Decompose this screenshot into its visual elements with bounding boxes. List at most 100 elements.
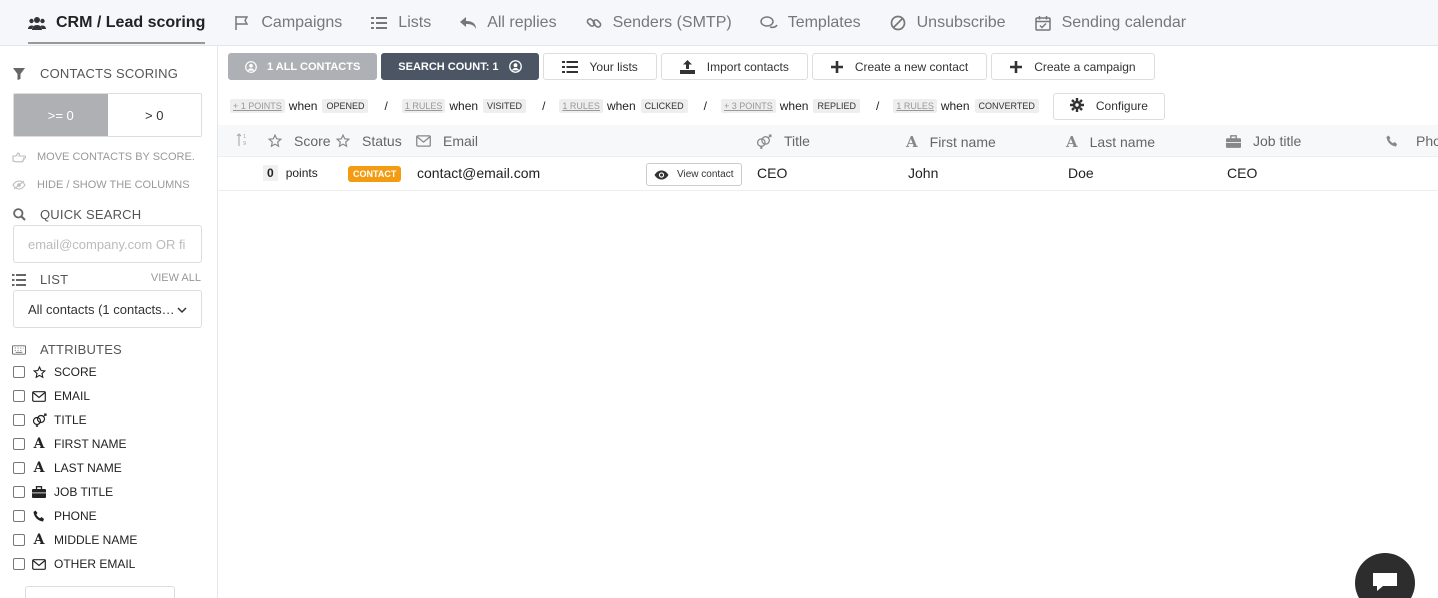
column-header-email[interactable]: Email bbox=[416, 133, 478, 149]
title-cell: CEO bbox=[757, 165, 788, 181]
rule-event-tag: CLICKED bbox=[640, 99, 688, 113]
column-header-last-name[interactable]: A Last name bbox=[1066, 133, 1155, 151]
view-contact-button[interactable]: View contact bbox=[646, 163, 742, 186]
star-icon bbox=[268, 134, 282, 148]
user-circle-icon bbox=[508, 60, 522, 73]
attribute-toggle-job-title[interactable]: JOB TITLE bbox=[13, 482, 113, 502]
attribute-toggle-title[interactable]: TITLE bbox=[13, 410, 87, 430]
rule-points-link[interactable]: + 1 POINTS bbox=[230, 99, 285, 113]
toolbar: 1 ALL CONTACTS SEARCH COUNT: 1 Your list… bbox=[228, 53, 1159, 80]
attributes-heading: ATTRIBUTES bbox=[12, 342, 122, 357]
attribute-checkbox[interactable] bbox=[13, 414, 25, 426]
nav-tab-label: All replies bbox=[487, 13, 557, 31]
rule-points-link[interactable]: 1 RULES bbox=[893, 99, 937, 113]
plus-icon bbox=[1010, 60, 1023, 73]
keyboard-icon bbox=[12, 343, 26, 357]
all-contacts-button[interactable]: 1 ALL CONTACTS bbox=[228, 53, 378, 80]
quick-search-input[interactable] bbox=[13, 225, 202, 263]
attribute-toggle-email[interactable]: EMAIL bbox=[13, 386, 90, 406]
top-navigation: CRM / Lead scoring Campaigns Lists All r… bbox=[0, 0, 1438, 46]
nav-tab-label: Templates bbox=[787, 13, 861, 31]
table-row[interactable]: 0 points CONTACT contact@email.com View … bbox=[218, 158, 1438, 191]
rule-points-link[interactable]: 1 RULES bbox=[559, 99, 603, 113]
attribute-checkbox[interactable] bbox=[13, 510, 25, 522]
eye-slash-icon bbox=[12, 178, 26, 192]
attribute-toggle-first-name[interactable]: A FIRST NAME bbox=[13, 434, 126, 454]
filter-icon bbox=[12, 67, 26, 81]
nav-tab-label: Sending calendar bbox=[1061, 13, 1187, 31]
chat-icon bbox=[1371, 571, 1399, 596]
attribute-toggle-phone[interactable]: PHONE bbox=[13, 506, 97, 526]
column-header-job-title[interactable]: Job title bbox=[1226, 133, 1301, 149]
eye-icon bbox=[654, 170, 669, 180]
attribute-checkbox[interactable] bbox=[13, 534, 25, 546]
status-badge: CONTACT bbox=[348, 166, 402, 182]
attribute-checkbox[interactable] bbox=[13, 390, 25, 402]
last-name-cell: Doe bbox=[1068, 165, 1094, 181]
list-icon bbox=[12, 273, 26, 287]
column-header-first-name[interactable]: A First name bbox=[906, 133, 996, 151]
font-icon: A bbox=[906, 133, 918, 151]
main-content: 1 ALL CONTACTS SEARCH COUNT: 1 Your list… bbox=[218, 46, 1438, 598]
attribute-checkbox[interactable] bbox=[13, 558, 25, 570]
nav-tab-sending-calendar[interactable]: Sending calendar bbox=[1020, 0, 1201, 46]
quick-search-heading: QUICK SEARCH bbox=[12, 207, 141, 222]
ban-icon bbox=[889, 14, 907, 32]
star-icon bbox=[31, 365, 47, 379]
rule-points-link[interactable]: 1 RULES bbox=[401, 99, 446, 113]
column-header-title[interactable]: Title bbox=[756, 133, 810, 149]
attribute-checkbox[interactable] bbox=[13, 438, 25, 450]
search-count-button[interactable]: SEARCH COUNT: 1 bbox=[381, 53, 539, 80]
user-circle-icon bbox=[245, 60, 257, 73]
configure-button[interactable]: Configure bbox=[1052, 92, 1165, 120]
reply-icon bbox=[459, 14, 477, 32]
attribute-checkbox[interactable] bbox=[13, 366, 25, 378]
search-icon bbox=[12, 208, 26, 222]
nav-tab-all-replies[interactable]: All replies bbox=[445, 0, 570, 46]
hide-show-columns-link[interactable]: HIDE / SHOW THE COLUMNS bbox=[12, 178, 190, 192]
gear-icon bbox=[1069, 97, 1084, 115]
create-contact-button[interactable]: Create a new contact bbox=[811, 53, 988, 80]
list-select[interactable]: All contacts (1 contacts in total) bbox=[13, 290, 202, 328]
sort-icon[interactable]: 19 bbox=[236, 133, 248, 147]
import-contacts-button[interactable]: Import contacts bbox=[660, 53, 808, 80]
attribute-toggle-middle-name[interactable]: A MIDDLE NAME bbox=[13, 530, 137, 550]
attribute-checkbox[interactable] bbox=[13, 462, 25, 474]
view-contact-cell: View contact bbox=[646, 163, 742, 186]
nav-tab-label: Senders (SMTP) bbox=[612, 13, 732, 31]
column-header-status[interactable]: Status bbox=[336, 133, 402, 149]
nav-tab-lists[interactable]: Lists bbox=[356, 0, 445, 46]
svg-text:9: 9 bbox=[243, 141, 246, 147]
nav-tab-label: Unsubscribe bbox=[916, 13, 1006, 31]
rule-event-tag: CONVERTED bbox=[974, 99, 1039, 113]
flag-icon bbox=[233, 14, 251, 32]
view-all-lists-link[interactable]: VIEW ALL bbox=[151, 272, 201, 284]
attribute-toggle-score[interactable]: SCORE bbox=[13, 362, 97, 382]
column-header-score[interactable]: Score bbox=[268, 133, 331, 149]
font-icon: A bbox=[33, 532, 45, 548]
list-icon bbox=[561, 60, 578, 73]
attribute-toggle-last-name[interactable]: A LAST NAME bbox=[13, 458, 122, 478]
score-gte-zero-option[interactable]: >= 0 bbox=[14, 94, 108, 136]
chevron-down-icon bbox=[177, 302, 187, 317]
nav-tab-senders[interactable]: Senders (SMTP) bbox=[571, 0, 746, 46]
nav-tab-label: Lists bbox=[398, 13, 432, 31]
list-heading: LIST bbox=[12, 272, 68, 287]
briefcase-icon bbox=[31, 486, 47, 498]
score-gt-zero-option[interactable]: > 0 bbox=[107, 94, 201, 136]
nav-tab-unsubscribe[interactable]: Unsubscribe bbox=[875, 0, 1020, 46]
rule-points-link[interactable]: + 3 POINTS bbox=[720, 99, 776, 113]
attribute-checkbox[interactable] bbox=[13, 486, 25, 498]
your-lists-button[interactable]: Your lists bbox=[542, 53, 657, 80]
attribute-toggle-other-email[interactable]: OTHER EMAIL bbox=[13, 554, 135, 574]
move-contacts-link[interactable]: MOVE CONTACTS BY SCORE. bbox=[12, 150, 195, 164]
nav-tab-label: Campaigns bbox=[261, 13, 343, 31]
nav-tab-templates[interactable]: Templates bbox=[746, 0, 875, 46]
nav-tab-crm[interactable]: CRM / Lead scoring bbox=[0, 0, 219, 46]
nav-tab-campaigns[interactable]: Campaigns bbox=[219, 0, 356, 46]
column-header-phone[interactable]: Pho bbox=[1386, 133, 1438, 149]
envelope-icon bbox=[31, 390, 47, 402]
create-campaign-button[interactable]: Create a campaign bbox=[991, 53, 1155, 80]
users-icon bbox=[28, 14, 46, 32]
sidebar-scroll-hint bbox=[25, 586, 175, 598]
